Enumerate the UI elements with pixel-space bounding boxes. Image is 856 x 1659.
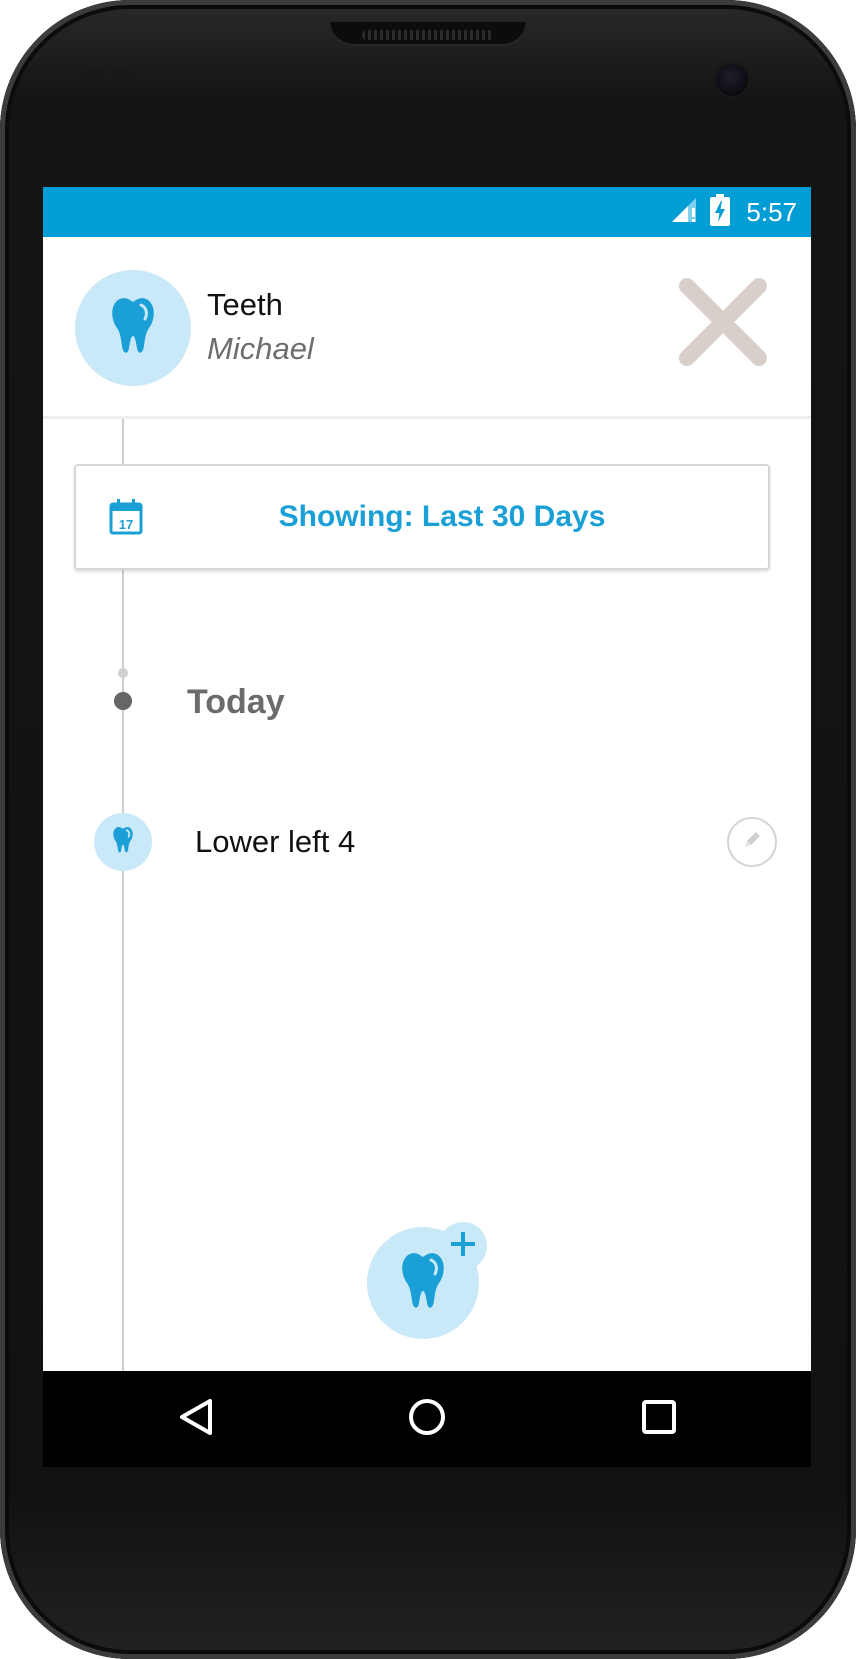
home-icon (407, 1397, 447, 1442)
page-subtitle: Michael (207, 331, 314, 366)
close-button[interactable] (673, 272, 773, 372)
recents-button[interactable] (611, 1371, 707, 1467)
add-tooth-icon (400, 1251, 446, 1316)
entry-icon (94, 813, 152, 871)
speaker-grill (362, 30, 494, 40)
plus-badge[interactable] (439, 1222, 487, 1270)
tooth-icon (110, 296, 156, 361)
plus-icon (449, 1230, 477, 1263)
header-divider (43, 416, 811, 419)
page-title: Teeth (207, 287, 283, 322)
filter-label: Showing: Last 30 Days (278, 500, 606, 533)
phone-frame: 5:57 Teeth Michael 17 Showing: Last 30 D… (0, 0, 856, 1659)
entry-label[interactable]: Lower left 4 (195, 824, 355, 860)
screen: 5:57 Teeth Michael 17 Showing: Last 30 D… (43, 187, 811, 1467)
home-button[interactable] (379, 1371, 475, 1467)
back-icon (177, 1397, 215, 1442)
front-camera (716, 64, 748, 96)
light-sensor (112, 70, 130, 88)
status-time: 5:57 (746, 196, 797, 227)
edit-button[interactable] (727, 817, 777, 867)
timeline-dot (114, 692, 132, 710)
timeline-line (122, 419, 124, 1467)
close-icon (673, 278, 773, 376)
battery-charging-icon (710, 193, 731, 231)
tooth-icon (112, 826, 134, 859)
category-avatar (75, 270, 191, 386)
edit-icon (741, 829, 763, 856)
status-bar: 5:57 (43, 187, 811, 237)
signal-icon (670, 196, 700, 229)
proximity-sensor (86, 70, 104, 88)
date-range-filter[interactable]: 17 Showing: Last 30 Days (74, 464, 770, 570)
navigation-bar (43, 1371, 811, 1467)
back-button[interactable] (148, 1371, 244, 1467)
recents-icon (641, 1399, 677, 1440)
date-heading: Today (187, 683, 285, 721)
timeline-dot-small (118, 668, 128, 678)
